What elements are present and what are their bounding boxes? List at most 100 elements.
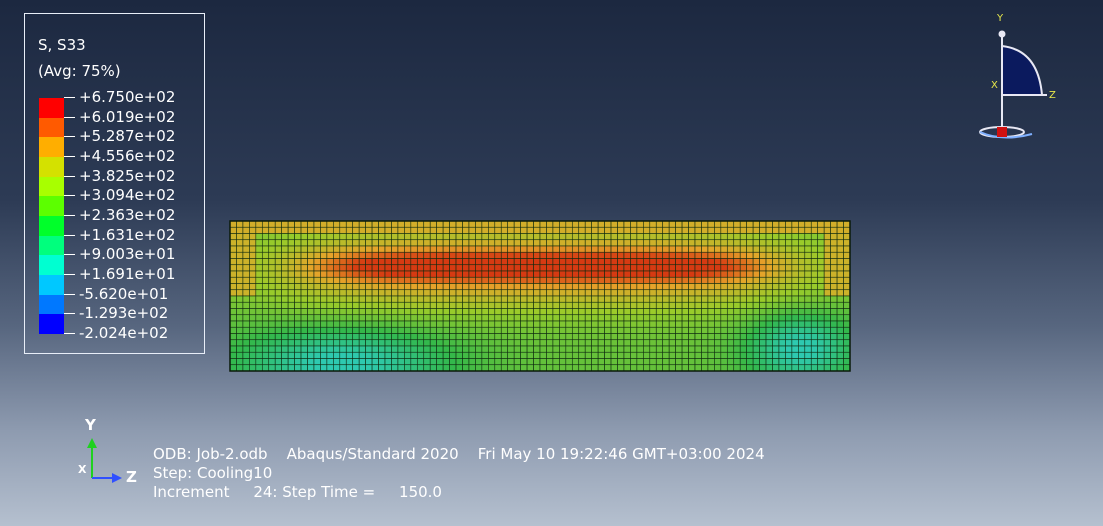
mesh-element <box>307 239 315 247</box>
mesh-element <box>643 295 651 303</box>
mesh-element <box>229 239 237 247</box>
mesh-element <box>791 276 799 284</box>
mesh-element <box>287 258 295 266</box>
mesh-element <box>533 251 541 259</box>
mesh-element <box>429 251 437 259</box>
mesh-element <box>597 351 605 359</box>
mesh-element <box>539 245 547 253</box>
mesh-element <box>655 364 664 372</box>
mesh-element <box>765 264 773 272</box>
mesh-element <box>533 289 541 297</box>
mesh-element <box>255 276 263 284</box>
mesh-element <box>630 239 638 247</box>
legend-tick <box>64 254 75 256</box>
view-orientation-triad[interactable]: Y X Z <box>972 10 1062 145</box>
mesh-element <box>513 251 521 259</box>
mesh-element <box>765 295 773 303</box>
mesh-element <box>313 276 321 284</box>
mesh-element <box>804 301 812 309</box>
mesh-element <box>404 220 412 228</box>
mesh-element <box>726 258 735 266</box>
mesh-element <box>462 233 470 241</box>
mesh-element <box>391 283 399 291</box>
mesh-element <box>804 358 812 366</box>
mesh-element <box>436 339 444 347</box>
legend-tick <box>64 313 75 315</box>
mesh-element <box>391 295 399 303</box>
mesh-element <box>533 308 541 316</box>
mesh-element <box>630 233 638 241</box>
mesh-element <box>449 283 457 291</box>
mesh-element <box>449 264 457 272</box>
mesh-element <box>571 295 580 303</box>
mesh-element <box>636 364 644 372</box>
mesh-element <box>778 295 786 303</box>
mesh-element <box>455 364 463 372</box>
mesh-element <box>242 295 250 303</box>
mesh-element <box>391 264 399 272</box>
mesh-element <box>281 345 289 353</box>
mesh-element <box>688 270 696 278</box>
mesh-element <box>836 226 844 234</box>
mesh-element <box>636 258 644 266</box>
mesh-element <box>365 245 373 253</box>
mesh-element <box>746 233 754 241</box>
mesh-element <box>488 295 496 303</box>
mesh-element <box>462 289 470 297</box>
mesh-element <box>475 339 483 347</box>
mesh-element <box>533 364 541 372</box>
viewport[interactable]: S, S33 (Avg: 75%) +6.750e+02 +6.019e+02 +5… <box>0 0 1103 526</box>
mesh-element <box>643 345 651 353</box>
mesh-element <box>571 301 580 309</box>
mesh-element <box>462 264 470 272</box>
mesh-element <box>649 251 657 259</box>
mesh-element <box>423 314 431 322</box>
mesh-element <box>352 233 360 241</box>
mesh-element <box>617 233 625 241</box>
mesh-element <box>468 308 476 316</box>
mesh-element <box>287 345 295 353</box>
mesh-element <box>597 314 605 322</box>
mesh-element <box>681 358 689 366</box>
stress-contour-mesh[interactable] <box>228 218 852 374</box>
mesh-model[interactable] <box>228 218 852 374</box>
mesh-element <box>765 283 773 291</box>
mesh-element <box>739 364 747 372</box>
mesh-element <box>726 308 735 316</box>
mesh-element <box>798 289 806 297</box>
mesh-element <box>352 251 360 259</box>
mesh-element <box>320 326 328 334</box>
mesh-element <box>287 339 295 347</box>
mesh-element <box>823 239 831 247</box>
mesh-element <box>623 289 631 297</box>
mesh-element <box>810 351 819 359</box>
mesh-element <box>326 233 334 241</box>
mesh-element <box>578 245 586 253</box>
mesh-element <box>449 364 457 372</box>
mesh-element <box>513 301 521 309</box>
mesh-element <box>294 251 302 259</box>
mesh-element <box>404 308 412 316</box>
mesh-element <box>429 245 437 253</box>
mesh-element <box>520 320 528 328</box>
mesh-element <box>778 239 786 247</box>
mesh-element <box>481 270 489 278</box>
mesh-element <box>707 226 715 234</box>
mesh-element <box>326 220 334 228</box>
mesh-element <box>358 301 366 309</box>
mesh-element <box>668 264 676 272</box>
mesh-element <box>843 351 851 359</box>
mesh-element <box>836 270 844 278</box>
mesh-element <box>649 276 657 284</box>
mesh-element <box>513 245 521 253</box>
mesh-element <box>378 314 386 322</box>
mesh-element <box>507 308 515 316</box>
mesh-element <box>571 270 580 278</box>
mesh-element <box>739 351 747 359</box>
mesh-element <box>836 276 844 284</box>
mesh-element <box>261 258 270 266</box>
mesh-element <box>352 308 360 316</box>
mesh-element <box>726 251 735 259</box>
mesh-element <box>546 295 554 303</box>
mesh-element <box>623 364 631 372</box>
